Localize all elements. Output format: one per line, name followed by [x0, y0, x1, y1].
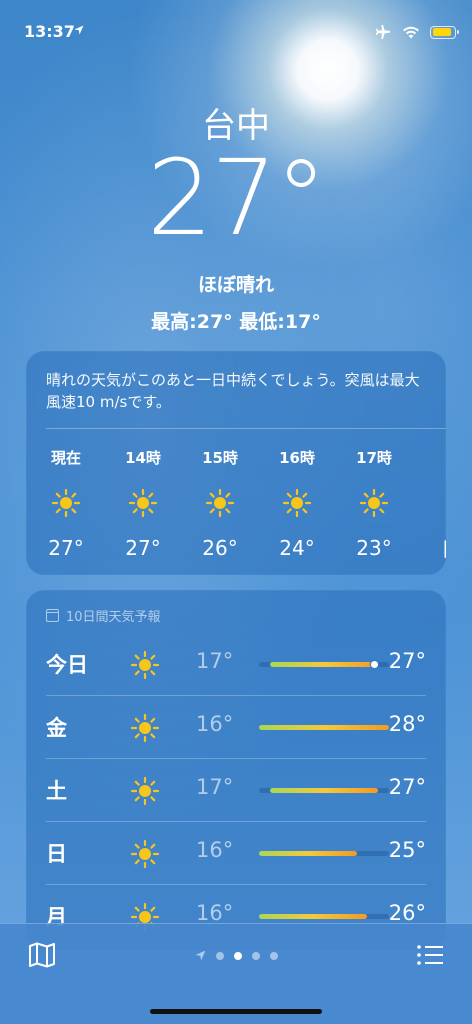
battery-icon	[430, 25, 459, 39]
temperature-range-track	[259, 851, 389, 856]
forecast-row[interactable]: 金 16° 28°	[46, 695, 426, 758]
page-dot[interactable]	[269, 951, 278, 960]
hour-label: 16時	[279, 449, 315, 467]
wifi-icon	[403, 26, 419, 38]
forecast-high: 28°	[388, 712, 426, 736]
page-dot[interactable]	[233, 951, 242, 960]
hour-temperature: 24°	[279, 536, 315, 560]
sun-icon	[128, 488, 158, 518]
page-dot[interactable]	[251, 951, 260, 960]
forecast-high: 27°	[388, 649, 426, 673]
hour-temperature: 27°	[125, 536, 161, 560]
temperature-range-bar	[259, 725, 389, 730]
temperature-range-bar	[269, 662, 379, 667]
hourly-forecast-card[interactable]: 晴れの天気がこのあと一日中続くでしょう。突風は最大風速10 m/sです。 現在 2…	[26, 351, 446, 575]
status-time: 13:37	[24, 22, 75, 41]
forecast-row[interactable]: 今日 17° 27°	[46, 632, 426, 695]
forecast-low: 16°	[196, 712, 234, 736]
sun-icon	[282, 488, 312, 518]
hour-item: 14時 27°	[113, 447, 173, 560]
page-indicator[interactable]	[0, 950, 472, 961]
forecast-low: 16°	[196, 838, 234, 862]
hour-temperature: 26°	[202, 536, 238, 560]
calendar-icon	[46, 609, 59, 622]
hour-label: 14時	[125, 449, 161, 467]
forecast-low: 17°	[196, 649, 234, 673]
hour-label: 1	[421, 447, 447, 465]
sun-icon	[51, 488, 81, 518]
status-icons	[374, 25, 459, 39]
hour-item: 現在 27°	[36, 447, 96, 560]
forecast-day: 金	[46, 716, 67, 740]
temperature-range-track	[259, 914, 389, 919]
hour-item: 17時 23°	[344, 447, 404, 560]
hour-label: 現在	[50, 449, 81, 467]
hour-temperature: 23°	[356, 536, 392, 560]
current-temp-marker	[371, 661, 379, 668]
temperature-range-track	[259, 788, 389, 793]
temperature-range-bar	[269, 788, 379, 793]
temperature-range-track	[259, 725, 389, 730]
forecast-low: 17°	[196, 775, 234, 799]
airplane-icon	[376, 25, 390, 39]
location-arrow-icon	[195, 950, 205, 961]
sun-icon	[359, 488, 389, 518]
condition-text: ほぼ晴れ	[197, 274, 274, 296]
ten-day-header: 10日間天気予報	[46, 606, 161, 625]
forecast-row[interactable]: 日 16° 25°	[46, 821, 426, 884]
status-bar: 13:37	[0, 0, 472, 60]
ten-day-forecast-card[interactable]: 10日間天気予報 今日 17° 27° 金 16° 28° 土 17° 27° 日 16° 25° 月 1…	[26, 590, 446, 950]
forecast-day: 土	[46, 779, 67, 803]
high-low-text: 最高:27° 最低:17°	[151, 311, 321, 333]
sun-icon	[205, 488, 235, 518]
hour-item: 16時 24°	[267, 447, 327, 560]
temperature-range-bar	[259, 851, 357, 856]
forecast-row[interactable]: 土 17° 27°	[46, 758, 426, 821]
hour-temperature: 27°	[48, 536, 84, 560]
page-dot[interactable]	[215, 951, 224, 960]
ten-day-title: 10日間天気予報	[66, 610, 161, 625]
location-arrow-icon	[74, 25, 84, 35]
sun-icon	[130, 839, 160, 869]
forecast-summary: 晴れの天気がこのあと一日中続くでしょう。突風は最大風速10 m/sです。	[46, 371, 420, 411]
forecast-high: 25°	[388, 838, 426, 862]
list-icon[interactable]	[416, 942, 444, 968]
hour-label: 17時	[356, 449, 392, 467]
hour-temperature: 日	[421, 533, 446, 562]
divider	[46, 428, 446, 429]
home-indicator[interactable]	[150, 1009, 322, 1014]
forecast-high: 27°	[388, 775, 426, 799]
sun-icon	[130, 776, 160, 806]
hour-label: 15時	[202, 449, 238, 467]
forecast-day: 今日	[46, 653, 88, 677]
sun-icon	[130, 713, 160, 743]
forecast-day: 日	[46, 842, 67, 866]
forecast-high: 26°	[388, 901, 426, 925]
sun-icon	[130, 650, 160, 680]
current-temperature: 27°	[146, 137, 327, 259]
bottom-toolbar	[0, 923, 472, 1024]
hour-item: 15時 26°	[190, 447, 250, 560]
temperature-range-bar	[259, 914, 368, 919]
hour-item: 1日	[421, 447, 446, 562]
temperature-range-track	[259, 661, 389, 668]
forecast-low: 16°	[196, 901, 234, 925]
